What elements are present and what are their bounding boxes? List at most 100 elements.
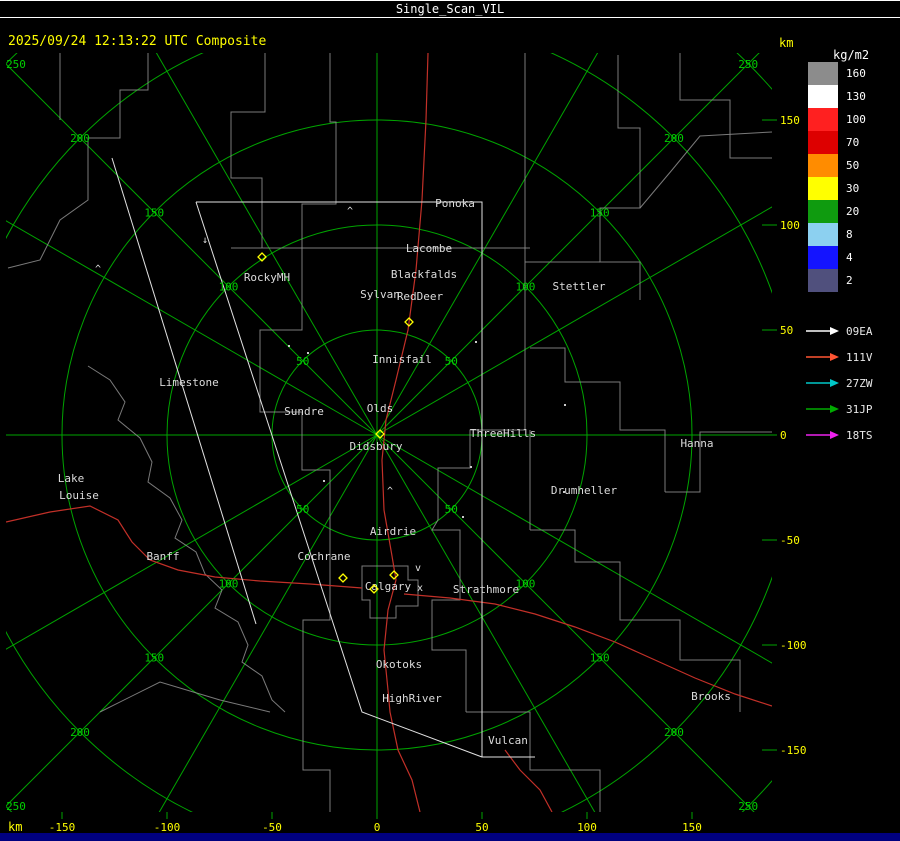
range-ring-label: 100 [516,281,536,294]
colorbar-value: 50 [846,159,860,172]
azimuth-spoke [6,434,378,650]
point-marker [475,341,477,343]
provincial-divide-boundary [87,365,286,713]
city-label: RedDeer [397,290,444,303]
colorbar-entry: 4 [808,246,866,269]
city-label: Airdrie [370,525,416,538]
color-scale-panel: kg/m2 160 130 100 70 50 30 20 8 4 2 09EA 111V 27ZW 3… [800,18,900,833]
colorbar-swatch [808,246,838,269]
radar-site-arrow-icon [806,327,839,335]
colorbar-unit-label: kg/m2 [833,48,870,62]
city-label: Olds [367,402,394,415]
map-layer [6,53,772,812]
colorbar-swatch [808,154,838,177]
range-ring-label: 200 [664,726,684,739]
azimuth-spoke [6,220,378,436]
point-marker [462,516,464,518]
colorbar-swatch [808,108,838,131]
radar-site-id: 09EA [846,324,873,338]
colorbar-value: 160 [846,67,866,80]
city-label: Vulcan [488,734,528,747]
radar-site-legend: 09EA 111V 27ZW 31JP 18TS [804,318,873,448]
county-boundary [259,248,331,530]
azimuth-spoke [6,63,378,436]
range-ring-label: 150 [590,206,610,219]
city-label: Limestone [159,376,219,389]
radar-site-id: 18TS [846,428,873,442]
radar-site-legend-item: 111V [804,344,873,370]
range-ring-label: 100 [219,281,239,294]
cross-marker: x [417,583,423,594]
range-ring-label: 200 [70,132,90,145]
colorbar-entry: 50 [808,154,866,177]
radar-site-arrow-icon [806,379,839,387]
range-ring [6,53,772,812]
city-label: Ponoka [435,197,475,210]
city-label: ThreeHills [470,427,536,440]
colorbar-swatch [808,223,838,246]
county-boundary [466,711,601,812]
storm-cell-marker [338,573,348,583]
colorbar-swatch [808,131,838,154]
range-ring-label: 200 [664,132,684,145]
colorbar-value: 4 [846,251,853,264]
county-boundary [230,53,266,248]
right-axis-tick-label: 100 [780,219,800,232]
city-label: Cochrane [298,550,351,563]
storm-cell-marker [389,570,399,580]
colorbar-value: 130 [846,90,866,103]
county-boundary [302,712,331,812]
colorbar-swatch [808,85,838,108]
radar-site-id: 31JP [846,402,873,416]
caret-up-marker: ^ [387,486,393,497]
city-label: Strathmore [453,583,519,596]
colorbar-entry: 30 [808,177,866,200]
city-label: Lake [58,472,85,485]
range-ring-label: 200 [70,726,90,739]
caret-up-marker: ^ [95,264,101,275]
colorbar-entry: 70 [808,131,866,154]
county-boundary [639,131,772,209]
colorbar-value: 2 [846,274,853,287]
range-ring-label: 150 [144,652,164,665]
colorbar-entry: 160 [808,62,866,85]
colorbar-entry: 130 [808,85,866,108]
radar-site-legend-item: 27ZW [804,370,873,396]
colorbar-swatch [808,269,838,292]
city-label: Drumheller [551,484,618,497]
city-label: HighRiver [382,692,442,705]
colorbar-entry: 2 [808,269,866,292]
point-marker [563,491,565,493]
range-ring-label: 50 [296,503,309,516]
range-ring-label: 250 [738,800,758,813]
county-boundary [530,347,666,492]
county-boundary [7,53,149,269]
radar-site-legend-item: 31JP [804,396,873,422]
colorbar-swatch [808,62,838,85]
bottom-status-bar [0,833,900,841]
county-boundary [679,53,772,159]
colorbar: 160 130 100 70 50 30 20 8 4 2 [808,62,866,292]
city-label: Sylvan [360,288,400,301]
city-label: Blackfalds [391,268,457,281]
right-axis-tick-label: 0 [780,429,787,442]
colorbar-value: 70 [846,136,860,149]
city-label: Banff [146,550,179,563]
colorbar-value: 20 [846,205,860,218]
range-ring-layer [6,53,772,812]
city-label: Lacombe [406,242,452,255]
range-ring-label: 150 [590,652,610,665]
range-ring-label: 250 [6,58,26,71]
scan-boundary [111,157,257,625]
point-marker [564,404,566,406]
colorbar-swatch [808,177,838,200]
radar-site-legend-item: 18TS [804,422,873,448]
radar-site-legend-item: 09EA [804,318,873,344]
radar-map-canvas[interactable]: 5050505010010010010015015015015020020020… [0,0,900,841]
range-ring-label: 50 [445,355,458,368]
county-boundary [301,53,337,248]
range-ring-label: 100 [219,577,239,590]
city-label: Louise [59,489,99,502]
colorbar-entry: 20 [808,200,866,223]
city-label: Sundre [284,405,324,418]
